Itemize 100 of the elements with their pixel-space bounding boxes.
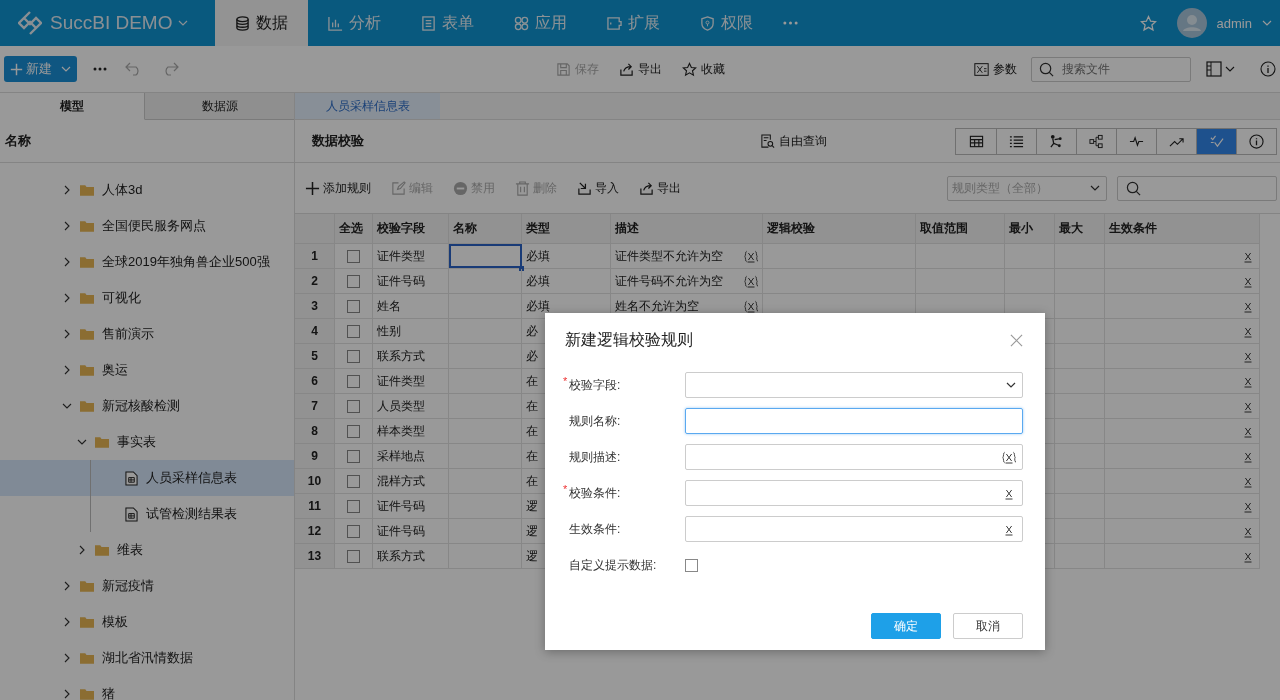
checkbox[interactable] <box>347 374 360 388</box>
chevron-down-icon[interactable] <box>77 437 87 447</box>
row-number: 9 <box>295 444 335 468</box>
apps-icon <box>514 15 529 31</box>
chevron-right-icon[interactable] <box>62 185 72 195</box>
nav-tab[interactable]: 数据 <box>215 0 308 46</box>
save-icon <box>555 61 571 77</box>
variable-icon[interactable] <box>744 249 758 263</box>
checkbox[interactable] <box>347 524 360 538</box>
chevron-right-icon[interactable] <box>62 365 72 375</box>
info-icon <box>1249 133 1264 149</box>
variable-icon[interactable] <box>1002 450 1016 464</box>
panel-title: 数据校验 <box>312 132 364 150</box>
input-field[interactable] <box>685 444 1023 470</box>
select-field[interactable] <box>685 372 1023 398</box>
cancel-button[interactable]: 取消 <box>953 613 1023 639</box>
tree-item[interactable]: 售前演示 <box>0 316 294 352</box>
tree-item[interactable]: 湖北省汛情数据 <box>0 640 294 676</box>
table-cell: 姓名 <box>373 294 449 318</box>
rule-button[interactable]: 添加规则 <box>305 179 371 197</box>
tree-item[interactable]: 全球2019年独角兽企业500强 <box>0 244 294 280</box>
table-cell: 必填 <box>522 244 611 268</box>
folder-icon <box>80 652 94 664</box>
row-number: 6 <box>295 369 335 393</box>
tree-item[interactable]: 新冠核酸检测 <box>0 388 294 424</box>
toolbar-button[interactable]: 收藏 <box>681 60 725 78</box>
name-cell[interactable] <box>449 244 522 268</box>
tree-item[interactable]: 奥运 <box>0 352 294 388</box>
toolbar-button[interactable]: 导出 <box>618 60 662 78</box>
variable-icon[interactable] <box>744 299 758 313</box>
logo-icon[interactable] <box>18 11 42 35</box>
input-field[interactable] <box>685 408 1023 434</box>
star-icon[interactable] <box>1139 14 1157 32</box>
tree-item[interactable]: 模板 <box>0 604 294 640</box>
checkbox[interactable] <box>347 299 360 313</box>
checkbox[interactable] <box>347 249 360 263</box>
tree-item[interactable]: 猪 <box>0 676 294 700</box>
document-icon <box>421 15 436 31</box>
tree-item[interactable]: 全国便民服务网点 <box>0 208 294 244</box>
search-field[interactable] <box>1117 175 1277 201</box>
caret-icon[interactable] <box>178 18 189 28</box>
chevron-right-icon[interactable] <box>62 581 72 591</box>
layout-icon[interactable] <box>1206 61 1236 77</box>
table-cell: 证件类型不允许为空 <box>615 247 723 265</box>
tree-item[interactable]: 可视化 <box>0 280 294 316</box>
chevron-down-icon[interactable] <box>62 401 72 411</box>
chevron-right-icon[interactable] <box>62 221 72 231</box>
chevron-right-icon[interactable] <box>62 257 72 267</box>
checkbox[interactable] <box>347 274 360 288</box>
checkbox[interactable] <box>347 399 360 413</box>
chevron-right-icon[interactable] <box>62 689 72 699</box>
chevron-right-icon[interactable] <box>62 293 72 303</box>
panel-tab[interactable]: 数据源 <box>145 93 294 120</box>
chevron-right-icon[interactable] <box>62 653 72 663</box>
close-icon[interactable] <box>1010 333 1023 347</box>
folder-icon <box>80 580 94 592</box>
tree-item[interactable]: 新冠疫情 <box>0 568 294 604</box>
checkbox[interactable] <box>347 449 360 463</box>
row-number: 1 <box>295 244 335 268</box>
folder-icon <box>95 436 109 448</box>
chevron-right-icon[interactable] <box>62 617 72 627</box>
variable-icon[interactable] <box>744 274 758 288</box>
rule-button[interactable]: 导出 <box>639 179 681 197</box>
chevron-right-icon[interactable] <box>77 545 87 555</box>
info-icon[interactable] <box>1260 61 1276 77</box>
checkbox[interactable] <box>347 424 360 438</box>
search-field[interactable]: 搜索文件 <box>1031 56 1191 82</box>
params-button[interactable]: 参数 <box>974 60 1017 78</box>
trash-icon <box>515 180 530 196</box>
column-header: 类型 <box>522 214 611 243</box>
input-field[interactable] <box>685 480 1023 506</box>
checkbox[interactable] <box>347 324 360 338</box>
column-header: 名称 <box>5 132 31 150</box>
lineage-icon <box>1049 133 1064 149</box>
avatar-icon[interactable] <box>1176 8 1207 38</box>
table-cell: 性别 <box>373 319 449 343</box>
row-number: 5 <box>295 344 335 368</box>
checkbox[interactable] <box>685 558 698 572</box>
tree-item[interactable]: 人体3d <box>0 172 294 208</box>
checkbox[interactable] <box>347 499 360 513</box>
tree-item[interactable]: 维表 <box>0 532 294 568</box>
checkbox[interactable] <box>347 349 360 363</box>
folder-icon <box>80 400 94 412</box>
tree-item[interactable]: 事实表 <box>0 424 294 460</box>
more-icon[interactable] <box>93 67 107 71</box>
required-mark: * <box>563 482 568 495</box>
plugin-icon <box>607 15 622 31</box>
input-field[interactable] <box>685 516 1023 542</box>
checkbox[interactable] <box>347 474 360 488</box>
chevron-right-icon[interactable] <box>62 329 72 339</box>
free-query-button[interactable]: 自由查询 <box>760 132 827 150</box>
row-number: 7 <box>295 394 335 418</box>
row-number: 2 <box>295 269 335 293</box>
tree-item[interactable]: 试管检测结果表 <box>0 496 294 532</box>
tree-item[interactable]: 人员采样信息表 <box>0 460 294 496</box>
rule-button[interactable]: 导入 <box>577 179 619 197</box>
checkbox[interactable] <box>347 549 360 563</box>
caret-icon[interactable] <box>1262 18 1272 28</box>
database-icon <box>235 15 250 31</box>
table-file-icon <box>125 470 138 486</box>
